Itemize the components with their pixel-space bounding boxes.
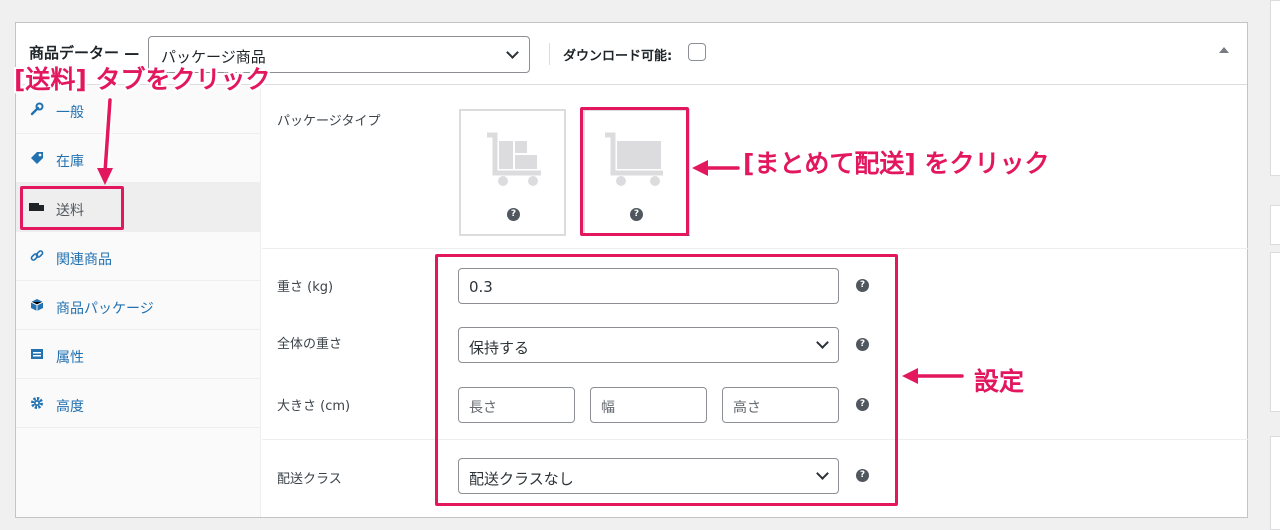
arrow-head-left <box>692 160 708 176</box>
annotation-arrows <box>97 96 966 384</box>
arrow-head-left <box>902 368 918 384</box>
arrow-head-down <box>97 168 113 185</box>
